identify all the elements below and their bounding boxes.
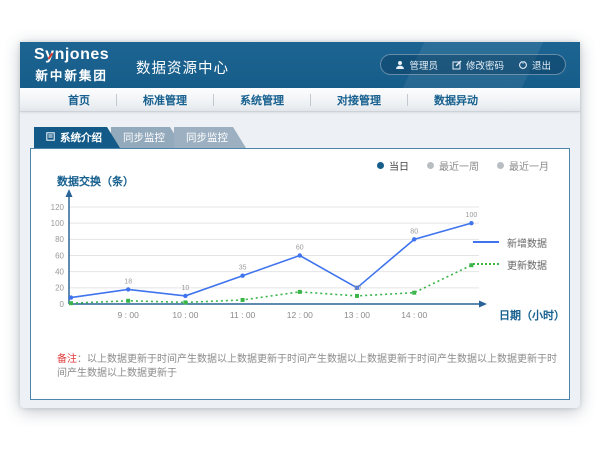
radio-dot-icon [497, 162, 504, 169]
user-icon [395, 60, 405, 70]
range-label: 最近一周 [439, 158, 479, 173]
range-label: 当日 [389, 158, 409, 173]
svg-text:12 : 00: 12 : 00 [287, 310, 313, 320]
logo-text-cn: 新中新集团 [34, 65, 109, 84]
footnote-text: ：以上数据更新于时间产生数据以上数据更新于时间产生数据以上数据更新于时间产生数据… [57, 354, 557, 379]
current-user[interactable]: 管理员 [395, 58, 438, 72]
page-title: 数据资源中心 [136, 57, 229, 78]
range-label: 最近一月 [509, 158, 549, 173]
svg-text:60: 60 [55, 251, 64, 260]
logo-text-en: Synjones [34, 46, 109, 64]
svg-text:80: 80 [55, 235, 64, 244]
series-legend: 新增数据 更新数据 [473, 231, 547, 275]
tab-label: 同步监控 [186, 130, 228, 145]
tab-sync-monitor-1[interactable]: 同步监控 [111, 127, 183, 148]
nav-item-connect-mgmt[interactable]: 对接管理 [311, 92, 407, 108]
power-icon [518, 60, 528, 70]
edit-icon [452, 60, 462, 70]
legend-label: 新增数据 [507, 235, 547, 250]
document-icon [46, 132, 55, 144]
radio-dot-icon [377, 162, 384, 169]
range-option-today[interactable]: 当日 [377, 158, 409, 173]
range-option-last-week[interactable]: 最近一周 [427, 158, 479, 173]
nav-item-home[interactable]: 首页 [42, 92, 116, 108]
legend-label: 更新数据 [507, 257, 547, 272]
logout-label: 退出 [532, 58, 551, 72]
change-password-button[interactable]: 修改密码 [452, 58, 504, 72]
svg-text:80: 80 [410, 228, 418, 235]
logout-button[interactable]: 退出 [518, 58, 551, 72]
app-header: Synjones 新中新集团 数据资源中心 管理员 修改密码 退出 [20, 42, 580, 88]
user-toolbar: 管理员 修改密码 退出 [380, 54, 566, 75]
content-area: 系统介绍 同步监控 同步监控 当日 最近一周 [20, 112, 580, 408]
green-dotted-swatch [473, 263, 499, 265]
time-range-selector: 当日 最近一周 最近一月 [377, 158, 549, 173]
chart-panel: 当日 最近一周 最近一月 数据交换（条） 0204060801001209 : … [30, 148, 570, 400]
svg-text:0: 0 [60, 300, 65, 309]
footnote: 备注：以上数据更新于时间产生数据以上数据更新于时间产生数据以上数据更新于时间产生… [57, 353, 557, 381]
svg-text:20: 20 [55, 284, 64, 293]
svg-text:11 : 00: 11 : 00 [230, 310, 256, 320]
main-nav: 首页 标准管理 系统管理 对接管理 数据异动 [20, 88, 580, 112]
svg-text:10: 10 [353, 285, 361, 292]
svg-text:13 : 00: 13 : 00 [344, 310, 370, 320]
range-option-last-month[interactable]: 最近一月 [497, 158, 549, 173]
svg-text:40: 40 [55, 267, 64, 276]
tab-label: 同步监控 [123, 130, 165, 145]
svg-text:60: 60 [296, 245, 304, 252]
app-window: Synjones 新中新集团 数据资源中心 管理员 修改密码 退出 [20, 42, 580, 408]
svg-text:10 : 00: 10 : 00 [172, 310, 198, 320]
x-axis-title: 日期（小时） [499, 307, 565, 323]
legend-item-new-data[interactable]: 新增数据 [473, 231, 547, 253]
svg-text:14 : 00: 14 : 00 [401, 310, 427, 320]
radio-dot-icon [427, 162, 434, 169]
nav-item-system-mgmt[interactable]: 系统管理 [214, 92, 310, 108]
svg-text:9 : 00: 9 : 00 [118, 310, 140, 320]
svg-text:120: 120 [51, 203, 65, 212]
svg-text:18: 18 [124, 278, 132, 285]
svg-text:35: 35 [239, 265, 247, 272]
change-password-label: 修改密码 [466, 58, 504, 72]
legend-item-updated-data[interactable]: 更新数据 [473, 253, 547, 275]
footnote-prefix: 备注 [57, 354, 77, 365]
tab-system-intro[interactable]: 系统介绍 [34, 127, 120, 148]
svg-text:100: 100 [51, 219, 65, 228]
tab-bar: 系统介绍 同步监控 同步监控 [34, 127, 246, 148]
nav-item-data-change[interactable]: 数据异动 [408, 92, 504, 108]
svg-text:10: 10 [182, 285, 190, 292]
user-name-label: 管理员 [409, 58, 438, 72]
svg-text:100: 100 [466, 212, 478, 219]
tab-sync-monitor-2[interactable]: 同步监控 [174, 127, 246, 148]
tab-label: 系统介绍 [60, 130, 102, 145]
nav-item-standard-mgmt[interactable]: 标准管理 [117, 92, 213, 108]
company-logo: Synjones 新中新集团 [34, 46, 109, 84]
blue-line-swatch [473, 241, 499, 243]
